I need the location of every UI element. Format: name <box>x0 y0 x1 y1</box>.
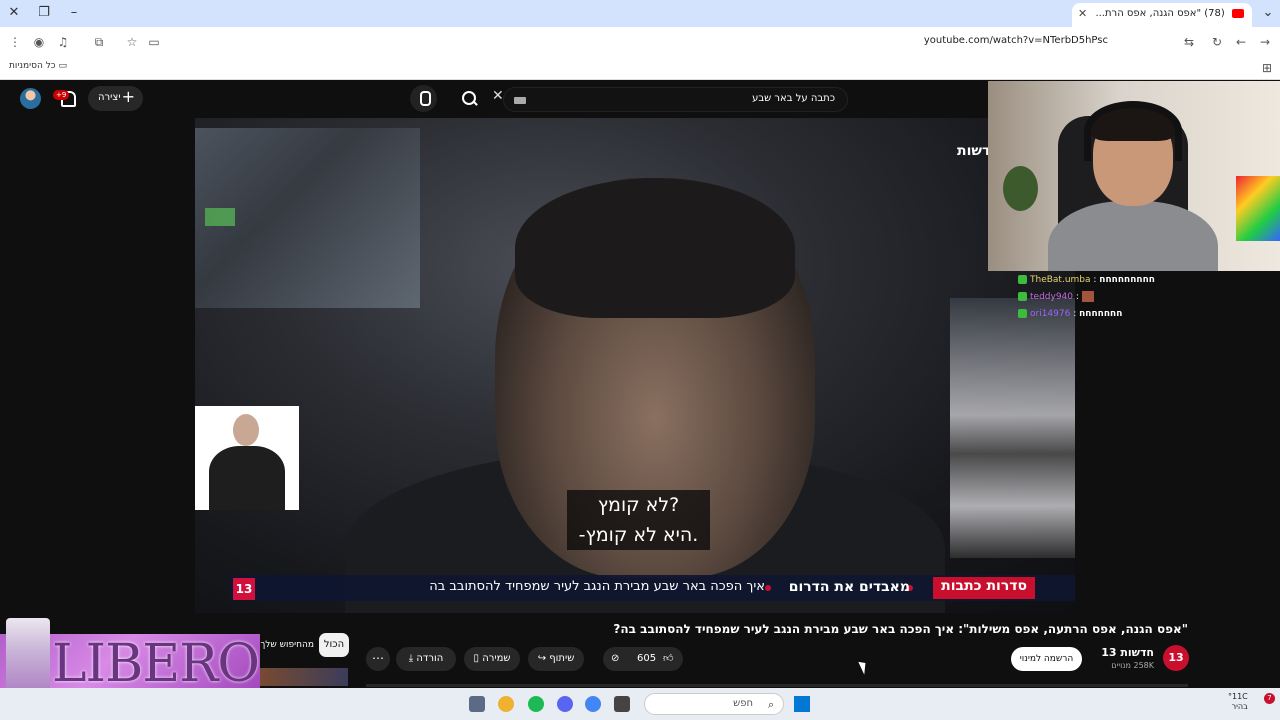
translate-icon[interactable]: ⇆ <box>1180 33 1198 51</box>
download-icon: ⤓ <box>408 653 414 664</box>
cast-icon[interactable]: ▭ <box>145 33 163 51</box>
grid-icon[interactable]: ⊞ <box>1258 59 1276 77</box>
loading-bar <box>366 684 1188 687</box>
chrome-icon[interactable] <box>585 696 601 712</box>
share-button[interactable]: שיתוף ↪ <box>528 647 584 671</box>
wall-art <box>1236 176 1280 241</box>
media-icon[interactable]: ♫ <box>54 33 72 51</box>
search-icon: ⌕ <box>768 698 775 711</box>
close-tab-icon[interactable]: ✕ <box>1078 7 1087 20</box>
channel-13-logo: 13 <box>233 578 255 600</box>
like-dislike-button[interactable]: ⊘ 605 👍︎ <box>603 647 683 671</box>
headset <box>1084 101 1182 161</box>
keyboard-icon[interactable] <box>514 97 526 104</box>
clear-search-icon[interactable]: ✕ <box>492 88 504 104</box>
search-input[interactable]: כתבה על באר שבע <box>503 87 848 112</box>
extensions-icon[interactable]: ⧉ <box>90 33 108 51</box>
windows-start-icon[interactable] <box>794 696 810 712</box>
save-button[interactable]: שמירה ▯ <box>464 647 520 671</box>
like-icon[interactable]: 👍︎ <box>663 647 673 671</box>
search-icon[interactable] <box>458 88 480 110</box>
video-title: "אפס הגנה, אפס הרתעה, אפס משילות": איך ה… <box>613 622 1188 636</box>
mouse-cursor-icon <box>858 659 870 675</box>
tab-search-icon[interactable]: ⌄ <box>1258 4 1278 22</box>
subscribe-button[interactable]: הרשמה למינוי <box>1011 647 1082 671</box>
discord-icon[interactable] <box>557 696 573 712</box>
more-actions-icon[interactable]: ⋯ <box>366 647 390 671</box>
forward-icon[interactable]: → <box>1256 33 1274 51</box>
emote-icon <box>1081 291 1094 302</box>
lower-third-program: מאבדים את הדרום <box>788 579 910 595</box>
download-button[interactable]: הורדה ⤓ <box>396 647 456 671</box>
bookmark-icon: ▯ <box>473 653 480 664</box>
share-icon: ↪ <box>537 653 547 664</box>
subscriber-count: 258K מנויים <box>1111 661 1154 670</box>
streamer-body <box>1048 201 1218 271</box>
channel-name[interactable]: חדשות 13 <box>1101 646 1154 659</box>
url-text: youtube.com/watch?v=NTerbD5hPsc <box>923 35 1108 46</box>
separator-dot <box>765 585 771 591</box>
webcam-overlay <box>988 81 1280 271</box>
monitor-wall <box>195 128 420 308</box>
chat-message: ori14976 : חחחחחחח <box>1018 306 1208 323</box>
close-window-icon[interactable]: ✕ <box>4 4 24 22</box>
profile-icon[interactable]: ◉ <box>30 33 48 51</box>
chat-badge-icon <box>1018 292 1027 301</box>
presenter-hair <box>515 178 795 318</box>
plant <box>1003 166 1038 211</box>
bookmark-star-icon[interactable]: ☆ <box>123 33 141 51</box>
notification-count[interactable]: 7 <box>1264 693 1275 704</box>
back-icon[interactable]: ← <box>1232 33 1250 51</box>
taskbar-search-input[interactable]: חפש <box>644 693 784 715</box>
subtitle: ?לא קומץ .היא לא קומץ- <box>567 490 710 550</box>
search-query: כתבה על באר שבע <box>752 93 835 104</box>
chip-from-search[interactable]: מהחיפוש שלך <box>258 633 314 657</box>
background-monitors <box>950 298 1075 558</box>
microphone-icon[interactable] <box>410 85 437 112</box>
chat-badge-icon <box>1018 275 1027 284</box>
browser-app-icon[interactable] <box>498 696 514 712</box>
chat-message: teddy940 : <box>1018 289 1208 306</box>
minimize-window-icon[interactable]: – <box>64 4 84 22</box>
taskbar <box>0 688 1280 720</box>
chat-message: TheBat.umba : חחחחחחחחח <box>1018 272 1208 289</box>
ad-brand: LIBERO <box>52 634 260 694</box>
weather-widget[interactable]: °11C בהיר <box>1228 692 1248 712</box>
sign-language-interpreter <box>195 406 299 510</box>
like-count: 605 <box>637 653 657 664</box>
lower-third-headline: איך הפכה באר שבע מבירת הנגב לעיר שמפחיד … <box>429 579 765 594</box>
video-player[interactable]: חדשות ?לא קומץ .היא לא קומץ- 13 סדרות כת… <box>195 118 1075 613</box>
restore-window-icon[interactable]: ❐ <box>34 4 54 22</box>
channel-avatar[interactable]: 13 <box>1163 645 1189 671</box>
create-button[interactable]: יצירה + <box>88 86 143 111</box>
youtube-icon <box>1232 8 1244 18</box>
address-bar: youtube.com/watch?v=NTerbD5hPsc <box>0 27 1280 57</box>
calculator-icon[interactable] <box>469 696 485 712</box>
related-video-thumbnail[interactable] <box>258 668 348 686</box>
chip-all[interactable]: הכול <box>319 633 349 657</box>
stream-chat: TheBat.umba : חחחחחחחחח teddy940 : ori14… <box>1018 272 1208 323</box>
lower-third-series: סדרות כתבות <box>933 577 1035 599</box>
menu-icon[interactable]: ⋮ <box>6 33 24 51</box>
url-field[interactable]: youtube.com/watch?v=NTerbD5hPsc <box>118 31 1212 53</box>
bookmarks-bar: כל הסימניות ▭ ⊞ <box>0 57 1280 80</box>
subtitle-line-1: ?לא קומץ <box>597 494 680 516</box>
subtitle-line-2: .היא לא קומץ- <box>578 524 699 546</box>
plus-icon: + <box>121 87 135 106</box>
youtube-header: כתבה על באר שבע ✕ יצירה + <box>0 80 988 118</box>
reload-icon[interactable]: ↻ <box>1208 33 1226 51</box>
dislike-icon[interactable]: ⊘ <box>611 647 619 671</box>
all-bookmarks[interactable]: כל הסימניות ▭ <box>9 61 67 71</box>
avatar[interactable] <box>20 88 41 109</box>
browser-tab[interactable]: (78) "אפס הגנה, אפס הרת... ✕ <box>1072 3 1252 27</box>
chat-badge-icon <box>1018 309 1027 318</box>
notifications-badge: +9 <box>53 90 70 100</box>
file-explorer-icon[interactable] <box>614 696 630 712</box>
tab-bar: ✕ ❐ – + (78) "אפס הגנה, אפס הרת... ✕ ⌄ <box>0 0 1280 27</box>
spotify-icon[interactable] <box>528 696 544 712</box>
tab-title: (78) "אפס הגנה, אפס הרת... <box>1095 8 1225 19</box>
